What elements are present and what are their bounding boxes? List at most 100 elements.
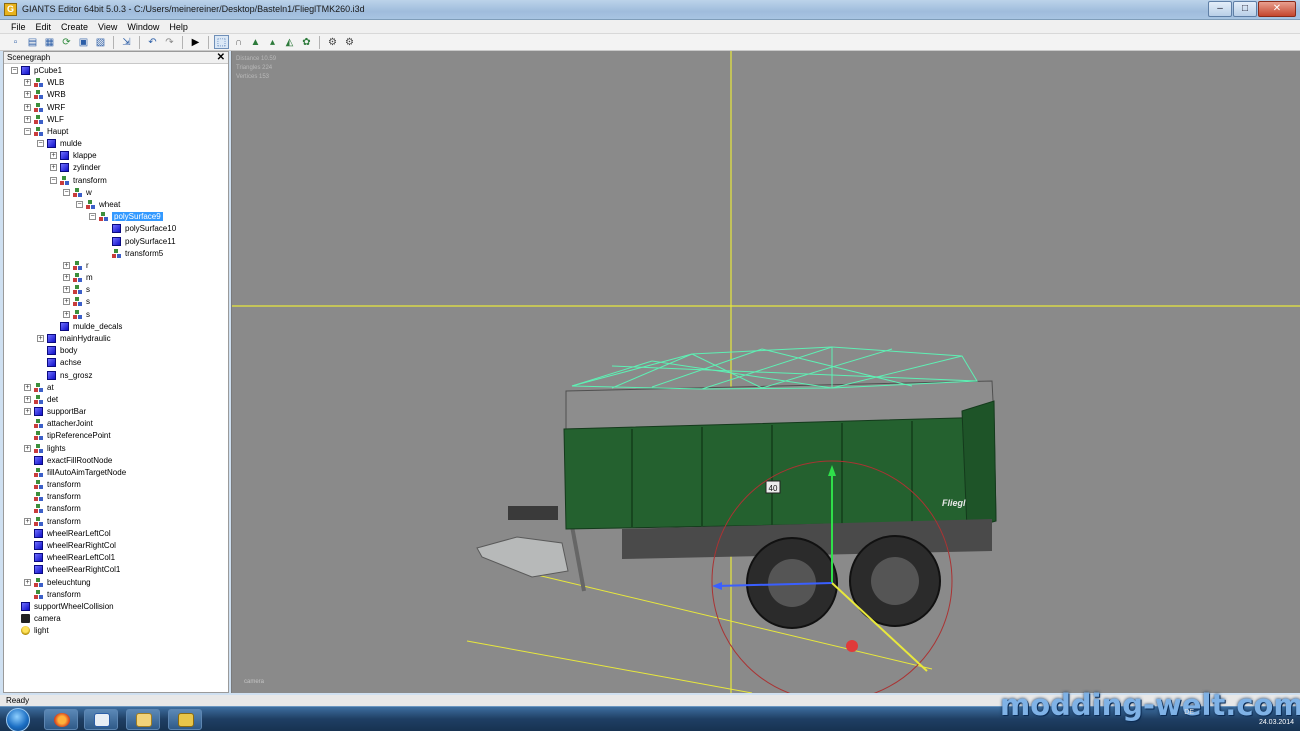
scenegraph-node[interactable]: wheelRearLeftCol1 [24,552,115,563]
scenegraph-node[interactable]: + s [63,284,90,295]
scenegraph-node[interactable]: + WLF [24,114,64,125]
maximize-button[interactable]: □ [1233,1,1257,17]
terrain-raise-icon[interactable]: ▲ [248,35,263,49]
expand-icon[interactable]: + [37,334,44,342]
scenegraph-node[interactable]: ns_grosz [37,370,92,381]
scenegraph-node[interactable]: light [11,625,49,636]
scenegraph-node[interactable]: exactFillRootNode [24,455,112,466]
settings-gear2-icon[interactable]: ⚙ [342,35,357,49]
scenegraph-node[interactable]: camera [11,613,61,624]
scenegraph-node[interactable]: + m [63,272,93,283]
import-icon[interactable]: ⇲ [119,35,134,49]
scenegraph-node[interactable]: wheelRearRightCol1 [24,564,120,575]
expand-icon[interactable]: + [24,517,31,525]
reload-icon[interactable]: ⟳ [59,35,74,49]
expand-icon[interactable]: + [24,115,31,123]
minimize-button[interactable]: – [1208,1,1232,17]
menu-create[interactable]: Create [56,20,93,33]
scenegraph-node[interactable]: − w [63,187,92,198]
taskbar-archive[interactable] [168,709,202,730]
scenegraph-node[interactable]: wheelRearRightCol [24,540,116,551]
scenegraph-node[interactable]: transform [24,589,81,600]
scenegraph-node[interactable]: + supportBar [24,406,86,417]
collapse-icon[interactable]: − [24,127,31,135]
scenegraph-node[interactable]: transform [24,491,81,502]
expand-icon[interactable]: + [24,408,31,416]
scenegraph-node[interactable]: − pCube1 [11,65,62,76]
scenegraph-node[interactable]: polySurface10 [102,223,176,234]
expand-icon[interactable]: + [24,103,31,111]
language-indicator[interactable]: DE [1184,709,1194,716]
scenegraph-node[interactable]: attacherJoint [24,418,93,429]
3d-viewport[interactable]: 40 Fliegl Distance 10.59 Triangles 224 V… [231,51,1300,693]
scenegraph-node[interactable]: + WLB [24,77,64,88]
select-tool-icon[interactable]: ⬚ [214,35,229,49]
expand-icon[interactable]: + [63,298,70,306]
scenegraph-node[interactable]: + beleuchtung [24,577,91,588]
collapse-icon[interactable]: − [89,213,96,221]
expand-icon[interactable]: + [24,91,31,99]
undo-icon[interactable]: ↶ [145,35,160,49]
scenegraph-node[interactable]: − mulde [37,138,82,149]
scenegraph-node[interactable]: achse [37,357,81,368]
expand-icon[interactable]: + [63,310,70,318]
scenegraph-node[interactable]: − Haupt [24,126,68,137]
open-folder-icon[interactable]: ▦ [42,35,57,49]
scenegraph-node[interactable]: + zylinder [50,162,101,173]
foliage-paint-icon[interactable]: ✿ [299,35,314,49]
menu-file[interactable]: File [6,20,31,33]
collapse-icon[interactable]: − [50,176,57,184]
menu-view[interactable]: View [93,20,122,33]
taskbar-giants-editor[interactable] [84,709,118,730]
scenegraph-node[interactable]: + klappe [50,150,97,161]
expand-icon[interactable]: + [24,79,31,87]
scenegraph-node[interactable]: + r [63,260,89,271]
close-panel-icon[interactable]: ✕ [217,52,225,63]
expand-icon[interactable]: + [24,395,31,403]
collapse-icon[interactable]: − [37,140,44,148]
expand-icon[interactable]: + [50,164,57,172]
taskbar-firefox[interactable] [44,709,78,730]
scenegraph-node[interactable]: fillAutoAimTargetNode [24,467,126,478]
scenegraph-node[interactable]: − wheat [76,199,120,210]
expand-icon[interactable]: + [63,261,70,269]
open-file-icon[interactable]: ▤ [25,35,40,49]
save-as-icon[interactable]: ▧ [93,35,108,49]
scenegraph-node[interactable]: + transform [24,516,81,527]
settings-gear-icon[interactable]: ⚙ [325,35,340,49]
redo-icon[interactable]: ↷ [162,35,177,49]
collapse-icon[interactable]: − [76,200,83,208]
menu-help[interactable]: Help [164,20,193,33]
scenegraph-node[interactable]: − transform [50,175,107,186]
collapse-icon[interactable]: − [11,67,18,74]
menu-window[interactable]: Window [122,20,164,33]
scenegraph-node[interactable]: supportWheelCollision [11,601,114,612]
expand-icon[interactable]: + [24,444,31,452]
menu-edit[interactable]: Edit [31,20,57,33]
new-file-icon[interactable]: ▫ [8,35,23,49]
terrain-paint-icon[interactable]: ▴ [265,35,280,49]
scenegraph-node[interactable]: − polySurface9 [89,211,163,222]
expand-icon[interactable]: + [50,152,57,160]
taskbar-file-explorer[interactable] [126,709,160,730]
scenegraph-node[interactable]: tipReferencePoint [24,430,111,441]
expand-icon[interactable]: + [24,383,31,391]
scenegraph-node[interactable]: transform [24,503,81,514]
save-icon[interactable]: ▣ [76,35,91,49]
scenegraph-node[interactable]: transform [24,479,81,490]
move-tool-icon[interactable]: ∩ [231,35,246,49]
scenegraph-node[interactable]: polySurface11 [102,236,176,247]
expand-icon[interactable]: + [24,578,31,586]
expand-icon[interactable]: + [63,274,70,282]
scenegraph-node[interactable]: + lights [24,443,66,454]
close-button[interactable]: ✕ [1258,1,1296,17]
scenegraph-node[interactable]: wheelRearLeftCol [24,528,111,539]
scenegraph-node[interactable]: + WRF [24,102,65,113]
expand-icon[interactable]: + [63,286,70,294]
scenegraph-node[interactable]: + at [24,382,54,393]
play-icon[interactable]: ▶ [188,35,203,49]
scenegraph-node[interactable]: body [37,345,77,356]
scenegraph-node[interactable]: + WRB [24,89,66,100]
scenegraph-node[interactable]: mulde_decals [50,321,122,332]
start-orb-icon[interactable] [6,708,30,731]
